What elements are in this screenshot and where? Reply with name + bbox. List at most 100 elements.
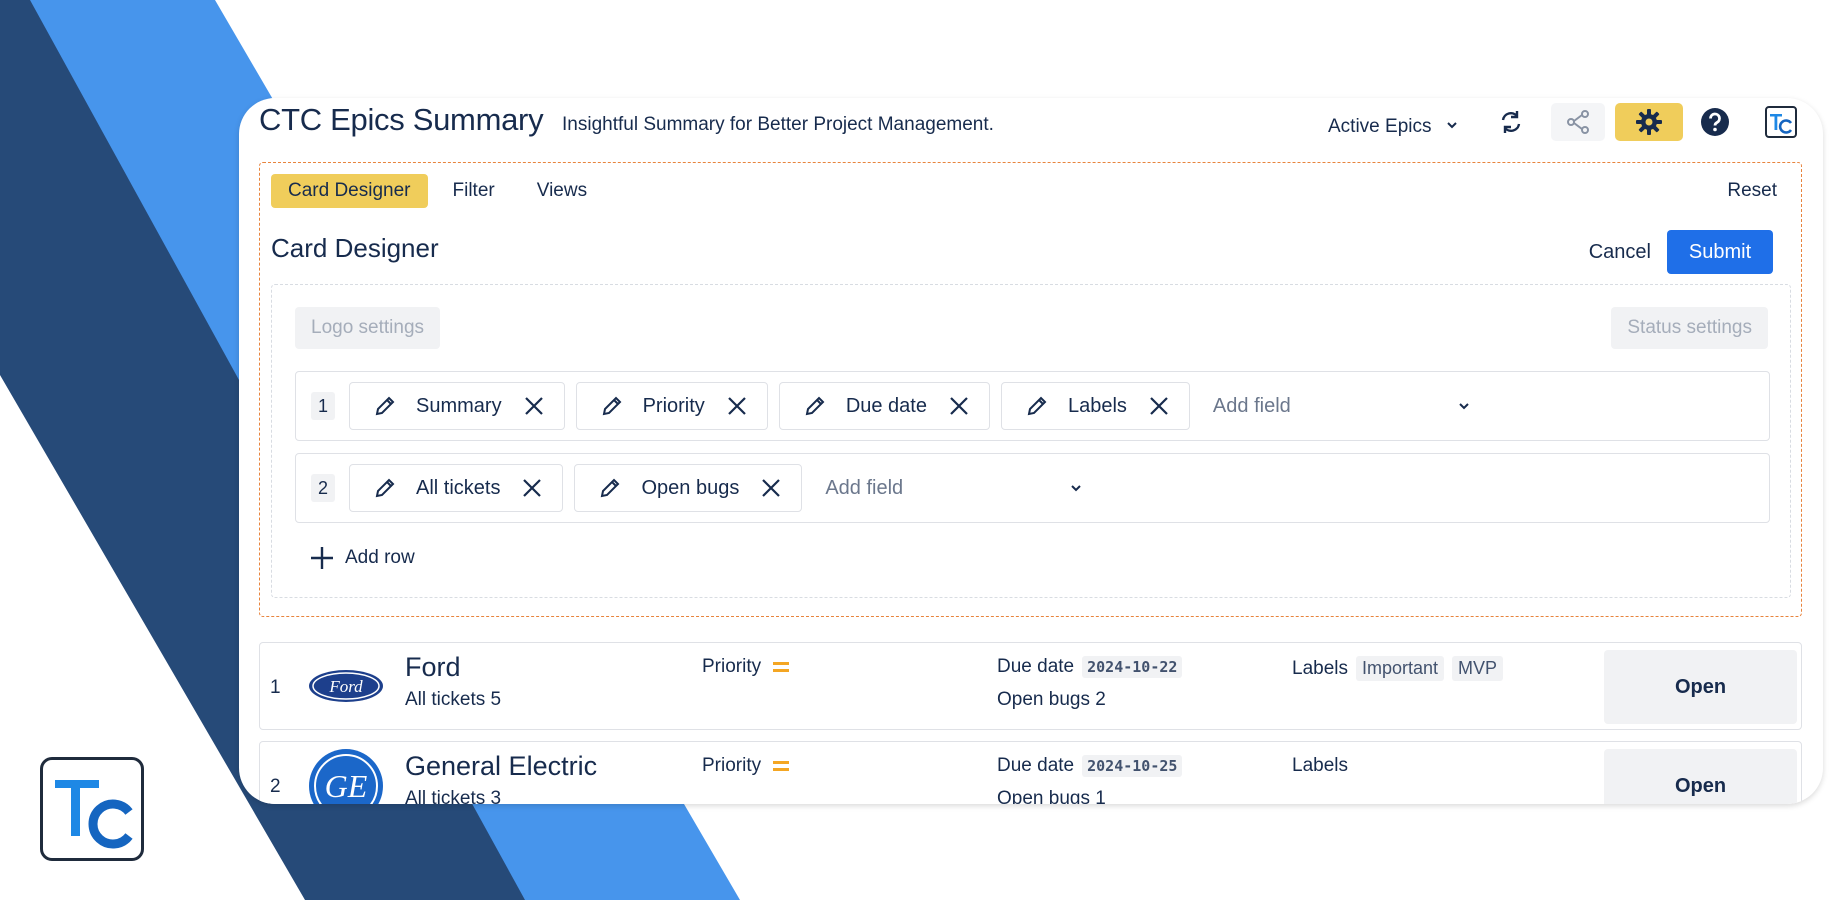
add-field-select[interactable]: Add field — [813, 464, 1083, 512]
due-date-label: Due date — [997, 656, 1075, 677]
reset-button[interactable]: Reset — [1727, 174, 1777, 208]
pencil-icon[interactable] — [804, 395, 826, 417]
pencil-icon[interactable] — [601, 395, 623, 417]
pencil-icon[interactable] — [374, 395, 396, 417]
status-settings-button[interactable]: Status settings — [1611, 307, 1768, 349]
card-due-date: Due date 2024-10-25 — [997, 755, 1183, 777]
priority-label: Priority — [702, 755, 762, 776]
design-area: Logo settings Status settings 1 Summary … — [271, 284, 1791, 598]
row-number: 2 — [311, 474, 335, 502]
labels-label: Labels — [1292, 657, 1348, 679]
general-electric-logo: GE — [308, 748, 384, 804]
open-button[interactable]: Open — [1604, 650, 1797, 724]
view-select[interactable]: Active Epics — [1328, 107, 1488, 147]
due-date-label: Due date — [997, 755, 1075, 776]
tab-views[interactable]: Views — [520, 174, 604, 208]
screen: CTC Epics Summary Insightful Summary for… — [0, 0, 1840, 900]
gear-icon — [1636, 109, 1662, 135]
card-due-date: Due date 2024-10-22 — [997, 656, 1183, 678]
app-header: CTC Epics Summary Insightful Summary for… — [259, 98, 1803, 160]
close-icon[interactable] — [761, 478, 781, 498]
close-icon[interactable] — [949, 396, 969, 416]
field-chip-label: Open bugs — [641, 476, 740, 499]
refresh-button[interactable] — [1487, 103, 1535, 141]
field-chip-all-tickets[interactable]: All tickets — [349, 464, 564, 512]
card-number: 2 — [270, 776, 281, 797]
card-priority: Priority — [702, 755, 790, 777]
card-all-tickets: All tickets 5 — [405, 689, 502, 710]
chevron-down-icon — [1457, 399, 1471, 413]
plus-icon — [309, 545, 335, 571]
label-tag: MVP — [1452, 656, 1504, 681]
close-icon[interactable] — [1149, 396, 1169, 416]
priority-medium-icon — [773, 760, 790, 772]
tab-bar: Card Designer Filter Views — [271, 174, 604, 208]
card-open-bugs: Open bugs 2 — [997, 689, 1106, 710]
settings-button[interactable] — [1615, 103, 1683, 141]
pencil-icon[interactable] — [599, 477, 621, 499]
chevron-down-icon — [1069, 481, 1083, 495]
close-icon[interactable] — [524, 396, 544, 416]
page-subtitle: Insightful Summary for Better Project Ma… — [562, 114, 994, 135]
epic-card-row: 2 GE General Electric All tickets 3 Prio… — [259, 741, 1802, 804]
share-icon — [1567, 110, 1589, 134]
tab-filter[interactable]: Filter — [436, 174, 512, 208]
field-chip-summary[interactable]: Summary — [349, 382, 565, 430]
card-name: General Electric — [405, 751, 598, 781]
card-labels: Labels Important MVP — [1292, 656, 1504, 681]
cancel-button[interactable]: Cancel — [1589, 230, 1651, 274]
open-button[interactable]: Open — [1604, 749, 1797, 804]
tc-corner-logo — [40, 757, 144, 861]
page-title: CTC Epics Summary — [259, 102, 544, 137]
tc-logo-icon — [55, 780, 133, 849]
card-open-bugs: Open bugs 1 — [997, 788, 1106, 804]
add-row-button[interactable]: Add row — [309, 541, 415, 575]
due-date-badge: 2024-10-25 — [1082, 755, 1183, 777]
svg-text:GE: GE — [325, 768, 368, 804]
epic-card-row: 1 Ford Ford All tickets 5 Priority Due d… — [259, 642, 1802, 730]
field-chip-priority[interactable]: Priority — [575, 382, 768, 430]
field-chip-label: Summary — [416, 394, 502, 417]
chevron-down-icon — [1445, 116, 1459, 138]
field-row-1: 1 Summary Priority Due date Labels Add f… — [295, 371, 1770, 441]
field-chip-label: Due date — [845, 394, 927, 417]
card-name: Ford — [405, 652, 461, 682]
field-row-2: 2 All tickets Open bugs Add field — [295, 453, 1770, 523]
card-all-tickets: All tickets 3 — [405, 788, 502, 804]
add-field-placeholder: Add field — [1212, 394, 1291, 417]
submit-button[interactable]: Submit — [1667, 230, 1773, 274]
logo-settings-button[interactable]: Logo settings — [295, 307, 441, 349]
add-field-placeholder: Add field — [825, 476, 904, 499]
pencil-icon[interactable] — [1026, 395, 1048, 417]
help-icon — [1701, 108, 1729, 136]
share-button[interactable] — [1551, 103, 1605, 141]
card-number: 1 — [270, 677, 281, 698]
label-tag: Important — [1356, 656, 1445, 681]
designer-title: Card Designer — [271, 233, 439, 263]
row-number: 1 — [311, 392, 335, 420]
app-window: CTC Epics Summary Insightful Summary for… — [239, 98, 1823, 804]
card-labels: Labels — [1292, 755, 1348, 777]
field-chip-labels[interactable]: Labels — [1000, 382, 1190, 430]
field-chip-open-bugs[interactable]: Open bugs — [574, 464, 803, 512]
labels-label: Labels — [1292, 755, 1348, 776]
tc-logo-icon — [1765, 106, 1797, 138]
field-chip-due-date[interactable]: Due date — [778, 382, 990, 430]
ford-logo: Ford — [308, 669, 384, 708]
card-designer-panel: Card Designer Filter Views Reset Card De… — [259, 162, 1802, 617]
tc-brand-button[interactable] — [1757, 103, 1805, 141]
field-chip-label: Priority — [642, 394, 705, 417]
pencil-icon[interactable] — [374, 477, 396, 499]
priority-label: Priority — [702, 656, 762, 677]
add-row-label: Add row — [345, 547, 415, 568]
field-chip-label: All tickets — [416, 476, 501, 499]
card-priority: Priority — [702, 656, 790, 678]
close-icon[interactable] — [727, 396, 747, 416]
view-select-value: Active Epics — [1328, 116, 1432, 137]
close-icon[interactable] — [522, 478, 542, 498]
refresh-icon — [1501, 111, 1521, 133]
help-button[interactable] — [1691, 103, 1739, 141]
add-field-select[interactable]: Add field — [1201, 382, 1471, 430]
field-chip-label: Labels — [1067, 394, 1127, 417]
tab-card-designer[interactable]: Card Designer — [271, 174, 428, 208]
